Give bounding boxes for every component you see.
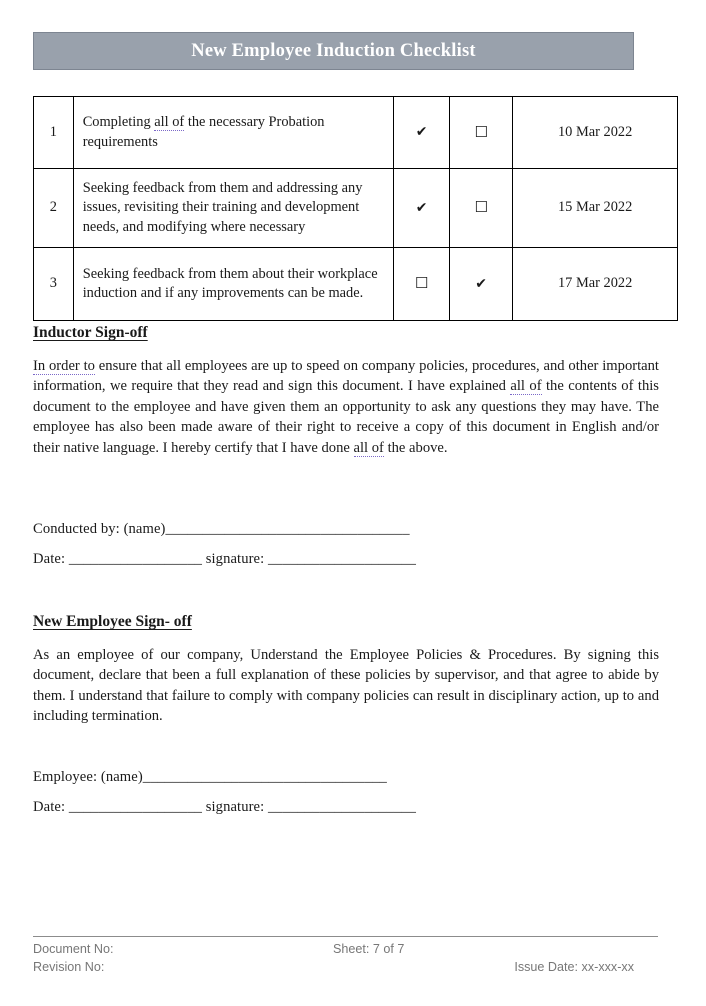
inductor-signoff-heading: Inductor Sign-off	[33, 324, 148, 341]
employee-signoff-paragraph: As an employee of our company, Understan…	[33, 647, 659, 725]
footer-row-top: Document No: Sheet: 7 of 7	[33, 940, 658, 958]
row-number: 1	[33, 96, 74, 169]
footer-divider	[33, 936, 658, 937]
row-checkbox-column-4[interactable]: ☐	[449, 96, 514, 169]
checkbox-empty-icon: ☐	[474, 122, 488, 141]
row-number: 3	[33, 247, 74, 321]
table-row: 3 Seeking feedback from them about their…	[33, 247, 678, 321]
row-date: 15 Mar 2022	[512, 168, 678, 248]
grammar-flagged-text: In order to	[33, 358, 95, 375]
table-row: 2 Seeking feedback from them and address…	[33, 168, 678, 248]
checkbox-empty-icon: ☐	[414, 274, 429, 293]
check-icon: ✔	[415, 199, 428, 216]
table-row: 1 Completing all of the necessary Probat…	[33, 96, 678, 169]
row-checkbox-column-4[interactable]: ☐	[449, 168, 514, 248]
row-task: Completing all of the necessary Probatio…	[72, 96, 395, 169]
employee-name-field[interactable]: Employee: (name)________________________…	[33, 767, 387, 787]
row-checkbox-column-3[interactable]: ☐	[393, 247, 451, 321]
paragraph-segment: the above.	[383, 439, 448, 456]
employee-signoff-heading: New Employee Sign- off	[33, 613, 192, 630]
footer-row-bottom: Revision No: Issue Date: xx-xxx-xx	[33, 958, 658, 976]
row-date: 17 Mar 2022	[512, 247, 678, 321]
check-icon: ✔	[475, 275, 488, 292]
induction-checklist-table: 1 Completing all of the necessary Probat…	[33, 96, 678, 321]
page-footer: Document No: Sheet: 7 of 7 Revision No: …	[33, 940, 658, 976]
footer-revision-no: Revision No:	[33, 960, 105, 974]
row-task: Seeking feedback from them and addressin…	[72, 168, 395, 248]
row-checkmark-column-3[interactable]: ✔	[393, 96, 451, 169]
document-title-banner: New Employee Induction Checklist	[33, 32, 634, 70]
checkbox-empty-icon: ☐	[474, 198, 488, 217]
footer-issue-date: Issue Date: xx-xxx-xx	[514, 960, 634, 974]
grammar-flagged-text: all of	[353, 439, 384, 457]
grammar-flagged-text: all of	[510, 378, 542, 396]
checklist-body: 1 Completing all of the necessary Probat…	[33, 96, 678, 321]
row-task: Seeking feedback from them about their w…	[72, 247, 395, 321]
check-icon: ✔	[415, 124, 428, 141]
row-checkmark-column-3[interactable]: ✔	[393, 168, 451, 248]
footer-document-no: Document No:	[33, 942, 114, 956]
row-checkmark-column-4[interactable]: ✔	[449, 247, 514, 321]
page-title: New Employee Induction Checklist	[191, 40, 476, 61]
conducted-by-field[interactable]: Conducted by: (name)____________________…	[33, 519, 410, 539]
row-number: 2	[33, 168, 74, 248]
footer-sheet-number: Sheet: 7 of 7	[333, 942, 405, 956]
task-text-before: Completing	[82, 114, 155, 131]
employee-date-signature-field[interactable]: Date: __________________ signature: ____…	[33, 797, 416, 817]
grammar-flagged-text: all of	[154, 114, 185, 132]
inductor-date-signature-field[interactable]: Date: __________________ signature: ____…	[33, 549, 416, 569]
row-date: 10 Mar 2022	[512, 96, 678, 169]
inductor-signoff-paragraph: In order to ensure that all employees ar…	[33, 356, 659, 458]
document-page: New Employee Induction Checklist 1 Compl…	[0, 0, 706, 1006]
